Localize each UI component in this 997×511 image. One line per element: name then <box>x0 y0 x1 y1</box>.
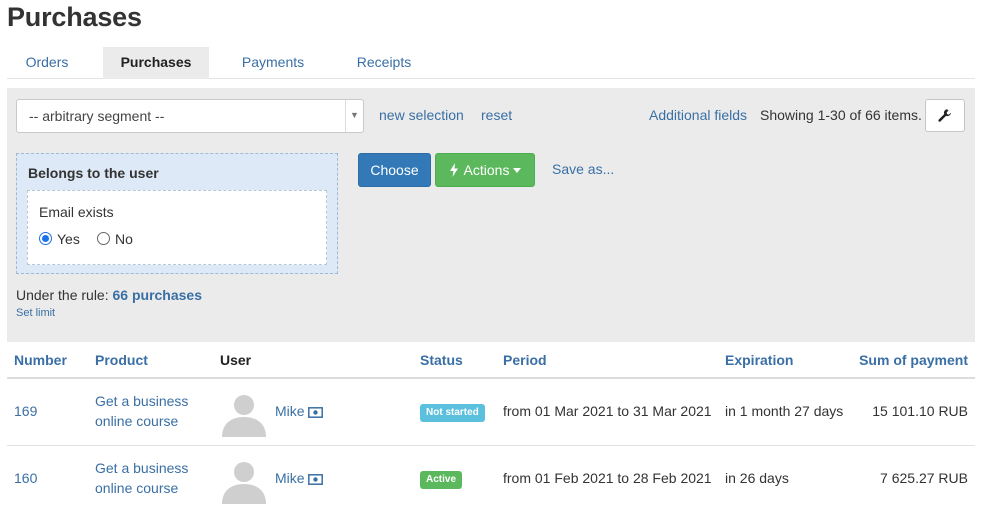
product-link[interactable]: Get a business <box>95 460 188 476</box>
segment-select-value: -- arbitrary segment -- <box>29 108 165 124</box>
reset-link[interactable]: reset <box>481 107 512 123</box>
product-link[interactable]: online course <box>95 480 178 496</box>
tab-payments[interactable]: Payments <box>229 47 317 79</box>
table-row: 169 Get a business online course Mike No… <box>7 379 975 446</box>
caret-down-icon <box>513 167 522 173</box>
wrench-icon <box>938 108 951 122</box>
product-link[interactable]: online course <box>95 413 178 429</box>
rule-summary: Under the rule: 66 purchases <box>16 287 202 303</box>
tab-purchases[interactable]: Purchases <box>103 47 209 79</box>
radio-no-label[interactable]: No <box>115 231 133 247</box>
money-icon <box>307 473 323 485</box>
user-link[interactable]: Mike <box>275 470 323 486</box>
table-row: 160 Get a business online course Mike Ac… <box>7 446 975 511</box>
status-badge: Active <box>420 471 463 489</box>
lightning-icon <box>449 163 458 177</box>
user-name: Mike <box>275 403 305 419</box>
condition-label: Email exists <box>39 204 114 220</box>
chevron-down-icon[interactable]: ▼ <box>345 100 363 132</box>
header-expiration[interactable]: Expiration <box>725 352 793 368</box>
header-number[interactable]: Number <box>14 352 67 368</box>
rule-summary-prefix: Under the rule: <box>16 287 109 303</box>
choose-button[interactable]: Choose <box>358 153 431 187</box>
radio-no[interactable] <box>97 232 110 245</box>
header-user: User <box>220 352 252 368</box>
status-badge: Not started <box>420 404 485 422</box>
settings-button[interactable] <box>925 99 965 132</box>
header-sum[interactable]: Sum of payment <box>859 352 968 368</box>
sum-text: 15 101.10 RUB <box>872 403 968 419</box>
segment-select[interactable]: -- arbitrary segment -- ▼ <box>16 99 364 133</box>
radio-yes-label[interactable]: Yes <box>57 231 80 247</box>
tab-bar: Orders Purchases Payments Receipts <box>7 47 975 79</box>
header-period[interactable]: Period <box>503 352 547 368</box>
radio-yes[interactable] <box>39 232 52 245</box>
table-header: Number Product User Status Period Expira… <box>7 342 975 379</box>
sum-text: 7 625.27 RUB <box>880 470 968 486</box>
save-as-link[interactable]: Save as... <box>552 161 614 177</box>
rule-title: Belongs to the user <box>28 165 159 181</box>
choose-button-label: Choose <box>370 162 419 178</box>
filter-panel: -- arbitrary segment -- ▼ new selection … <box>7 88 975 342</box>
user-name: Mike <box>275 470 305 486</box>
actions-button-label: Actions <box>463 162 510 178</box>
purchases-table: Number Product User Status Period Expira… <box>7 342 975 511</box>
header-status[interactable]: Status <box>420 352 463 368</box>
product-link[interactable]: Get a business <box>95 393 188 409</box>
expiration-text: in 1 month 27 days <box>725 403 844 419</box>
user-link[interactable]: Mike <box>275 403 323 419</box>
period-text: from 01 Feb 2021 to 28 Feb 2021 <box>503 470 712 486</box>
row-number-link[interactable]: 160 <box>14 470 37 486</box>
additional-fields-link[interactable]: Additional fields <box>649 107 747 123</box>
expiration-text: in 26 days <box>725 470 789 486</box>
pagination-summary: Showing 1-30 of 66 items. <box>760 107 922 123</box>
rule-condition-box: Email exists Yes No <box>27 190 327 265</box>
header-product[interactable]: Product <box>95 352 148 368</box>
avatar <box>222 462 266 504</box>
avatar <box>222 395 266 437</box>
period-text: from 01 Mar 2021 to 31 Mar 2021 <box>503 403 712 419</box>
new-selection-link[interactable]: new selection <box>379 107 464 123</box>
tab-receipts[interactable]: Receipts <box>345 47 423 79</box>
actions-button[interactable]: Actions <box>435 153 535 187</box>
money-icon <box>307 406 323 418</box>
row-number-link[interactable]: 169 <box>14 403 37 419</box>
rule-box: Belongs to the user Email exists Yes No <box>16 153 338 274</box>
tab-orders[interactable]: Orders <box>7 47 87 79</box>
set-limit-link[interactable]: Set limit <box>16 307 55 319</box>
rule-summary-count[interactable]: 66 purchases <box>113 287 203 303</box>
page-title: Purchases <box>7 2 142 32</box>
